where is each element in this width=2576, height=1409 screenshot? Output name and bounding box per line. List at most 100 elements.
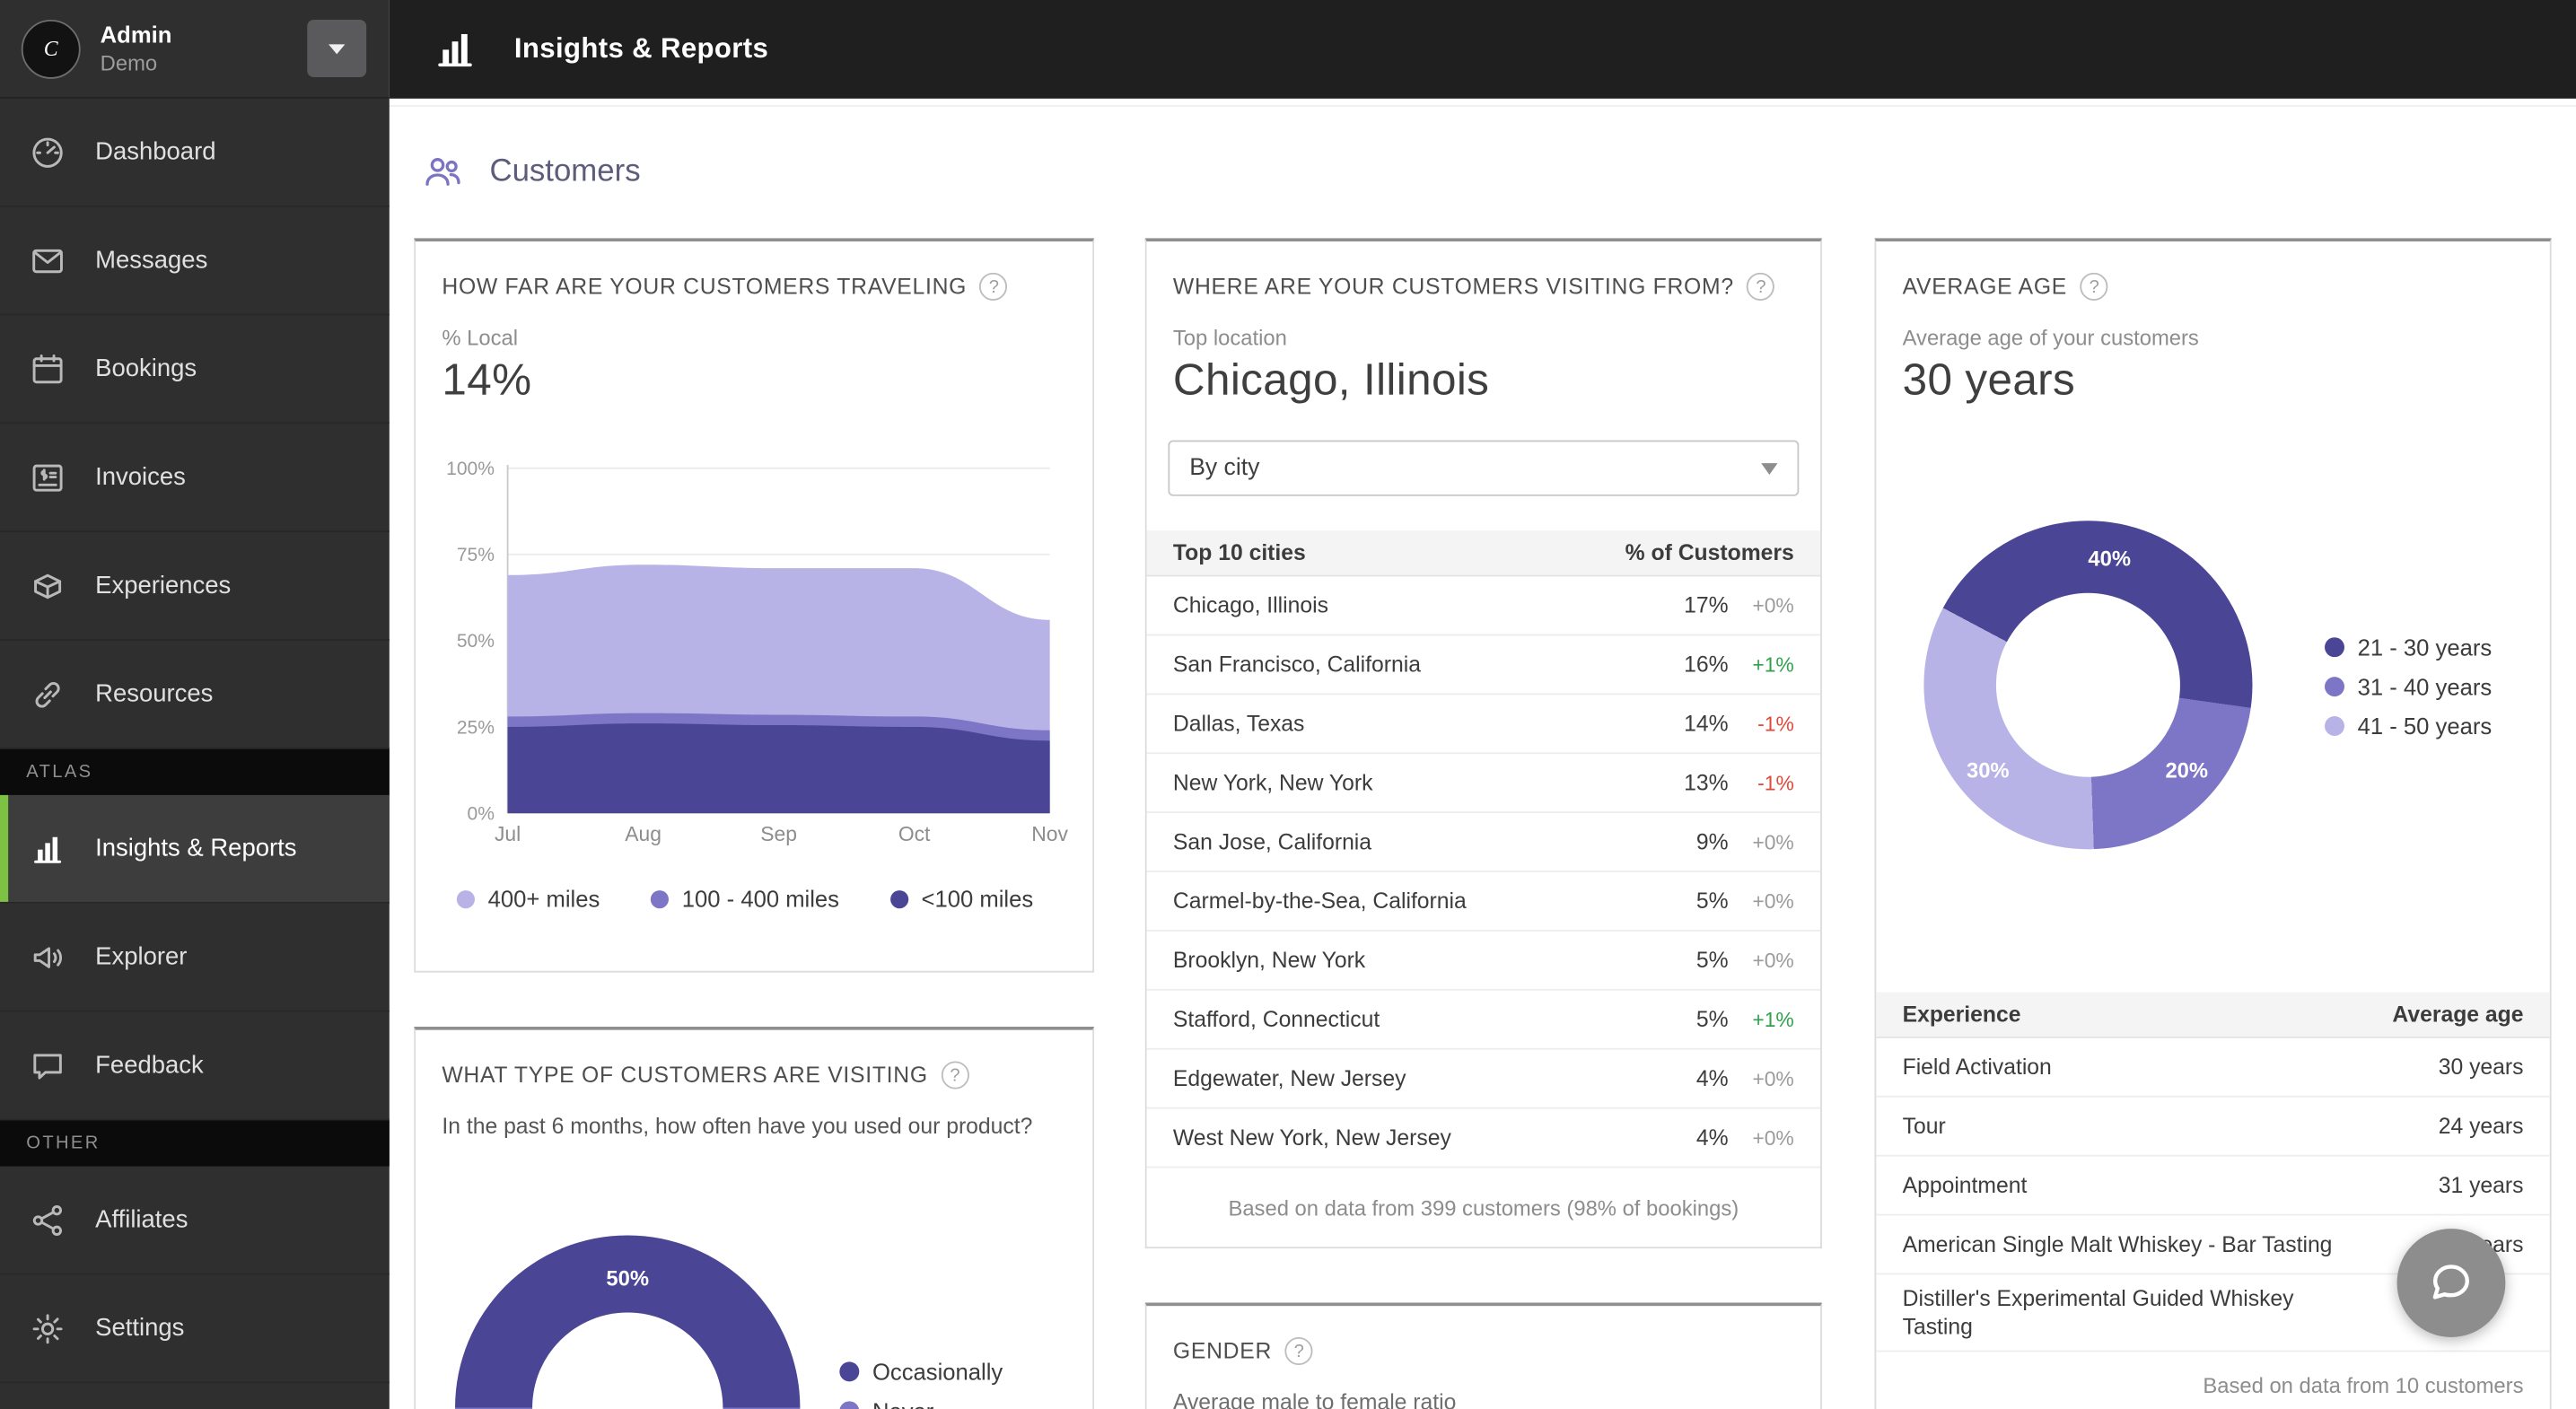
card-title-row: AVERAGE AGE <box>1876 241 2549 301</box>
legend-dot <box>2325 637 2344 657</box>
city-values: 16%+1% <box>1669 652 1794 677</box>
svg-text:25%: 25% <box>457 717 495 738</box>
city-values: 9%+0% <box>1669 829 1794 853</box>
sidebar-item-label: Dashboard <box>95 138 215 166</box>
card-subtitle: Average male to female ratio <box>1173 1390 1794 1409</box>
city-values: 5%+0% <box>1669 888 1794 913</box>
city-name: West New York, New Jersey <box>1173 1125 1451 1150</box>
messages-icon <box>28 241 67 280</box>
city-delta: +0% <box>1729 1127 1794 1151</box>
column-header: Average age <box>2392 1002 2523 1027</box>
account-dropdown-button[interactable] <box>307 20 366 77</box>
customer-type-donut: 50% <box>455 1235 800 1409</box>
legend-item-41-50-years: 41 - 50 years <box>2325 706 2492 746</box>
legend-label: 41 - 50 years <box>2358 713 2493 739</box>
city-values: 13%-1% <box>1669 770 1794 794</box>
city-row: Carmel-by-the-Sea, California 5%+0% <box>1147 872 1820 932</box>
distance-area-chart: 0%25%50%75%100%JulAugSepOctNov <box>429 449 1080 851</box>
experience-row: Appointment31 years <box>1876 1157 2549 1216</box>
legend-label: 100 - 400 miles <box>682 886 839 912</box>
metric-value: 30 years <box>1903 354 2524 406</box>
sidebar-item-insights-reports[interactable]: Insights & Reports <box>0 795 390 904</box>
legend-dot <box>651 889 669 907</box>
help-icon[interactable] <box>2081 273 2108 301</box>
sidebar-item-bookings[interactable]: Bookings <box>0 315 390 424</box>
legend-item-31-40-years: 31 - 40 years <box>2325 667 2492 706</box>
sidebar-item-experiences[interactable]: Experiences <box>0 532 390 641</box>
cities-table: Top 10 cities % of Customers Chicago, Il… <box>1147 530 1820 1168</box>
distance-chart-legend: 400+ miles100 - 400 miles<100 miles <box>416 886 1092 912</box>
help-icon[interactable] <box>1285 1337 1313 1365</box>
sidebar-item-resources[interactable]: Resources <box>0 641 390 749</box>
svg-text:50%: 50% <box>457 631 495 652</box>
city-name: Chicago, Illinois <box>1173 593 1328 617</box>
legend-dot <box>2325 677 2344 696</box>
help-icon[interactable] <box>980 273 1008 301</box>
svg-text:Oct: Oct <box>898 822 931 845</box>
sidebar-item-label: Explorer <box>95 943 187 971</box>
column-header: % of Customers <box>1625 540 1794 564</box>
legend-dot <box>457 889 475 907</box>
donut-chart-area: 40%20%30% 21 - 30 years31 - 40 years41 -… <box>1876 406 2549 992</box>
by-city-select[interactable]: By city <box>1168 441 1799 496</box>
city-percent: 5% <box>1669 1007 1729 1031</box>
donut-chart-area: 50% OccasionallyNever <box>416 1138 1092 1409</box>
experience-row: Field Activation30 years <box>1876 1038 2549 1098</box>
account-name: Admin <box>101 22 172 48</box>
legend-dot <box>839 1361 859 1381</box>
donut-segment-label: 40% <box>2088 547 2131 571</box>
account-plan: Demo <box>101 51 172 75</box>
experience-row: Tour24 years <box>1876 1098 2549 1157</box>
city-delta: +0% <box>1729 950 1794 973</box>
invoices-icon <box>28 458 67 497</box>
insights-icon <box>28 828 67 868</box>
help-icon[interactable] <box>941 1061 968 1089</box>
account-switcher[interactable]: C Admin Demo <box>0 0 390 99</box>
city-values: 5%+0% <box>1669 948 1794 972</box>
affiliates-icon <box>28 1200 67 1239</box>
legend-item-100-miles: <100 miles <box>890 886 1033 912</box>
help-icon[interactable] <box>1747 273 1774 301</box>
section-title: Customers <box>489 153 640 189</box>
sidebar-item-messages[interactable]: Messages <box>0 207 390 316</box>
sidebar-section-other: OTHER <box>0 1120 390 1166</box>
card-subtitle: Average age of your customers <box>1903 325 2524 349</box>
sidebar-item-settings[interactable]: Settings <box>0 1274 390 1383</box>
customers-section-heading: Customers <box>421 150 641 194</box>
city-name: Dallas, Texas <box>1173 712 1305 736</box>
city-row: San Francisco, California16%+1% <box>1147 635 1820 695</box>
city-values: 4%+0% <box>1669 1125 1794 1150</box>
city-percent: 16% <box>1669 652 1729 677</box>
card-title: GENDER <box>1173 1339 1272 1363</box>
donut-segment-label: 50% <box>606 1265 649 1290</box>
sidebar-item-feedback[interactable]: Feedback <box>0 1012 390 1121</box>
cities-table-header: Top 10 cities % of Customers <box>1147 530 1820 576</box>
sidebar-item-dashboard[interactable]: Dashboard <box>0 99 390 207</box>
dashboard-icon <box>28 132 67 171</box>
chevron-down-icon <box>329 44 345 54</box>
select-value: By city <box>1189 455 1259 481</box>
card-title: WHERE ARE YOUR CUSTOMERS VISITING FROM? <box>1173 275 1734 299</box>
donut-segment-label: 20% <box>2165 758 2208 783</box>
brand-avatar[interactable]: C <box>22 19 81 78</box>
experiences-icon <box>28 566 67 606</box>
city-name: Carmel-by-the-Sea, California <box>1173 888 1467 913</box>
sidebar-item-explorer[interactable]: Explorer <box>0 904 390 1012</box>
city-percent: 13% <box>1669 770 1729 794</box>
city-name: Edgewater, New Jersey <box>1173 1066 1406 1090</box>
sidebar-item-label: Settings <box>95 1314 184 1342</box>
experience-average-age: 31 years <box>2439 1173 2524 1197</box>
svg-text:Aug: Aug <box>625 822 662 845</box>
chat-launcher-button[interactable] <box>2397 1229 2506 1337</box>
donut-hole <box>1996 593 2180 777</box>
sidebar-item-invoices[interactable]: Invoices <box>0 424 390 532</box>
app-window: C Admin Demo Dashboard Messages Bookings In… <box>0 0 2576 1409</box>
sidebar-item-label: Invoices <box>95 463 186 491</box>
city-delta: +0% <box>1729 890 1794 914</box>
sidebar-item-label: Messages <box>95 247 207 275</box>
age-footnote: Based on data from 10 customers <box>1876 1373 2523 1397</box>
legend-label: 31 - 40 years <box>2358 673 2493 699</box>
city-percent: 5% <box>1669 888 1729 913</box>
city-row: New York, New York13%-1% <box>1147 754 1820 813</box>
sidebar-item-affiliates[interactable]: Affiliates <box>0 1167 390 1275</box>
